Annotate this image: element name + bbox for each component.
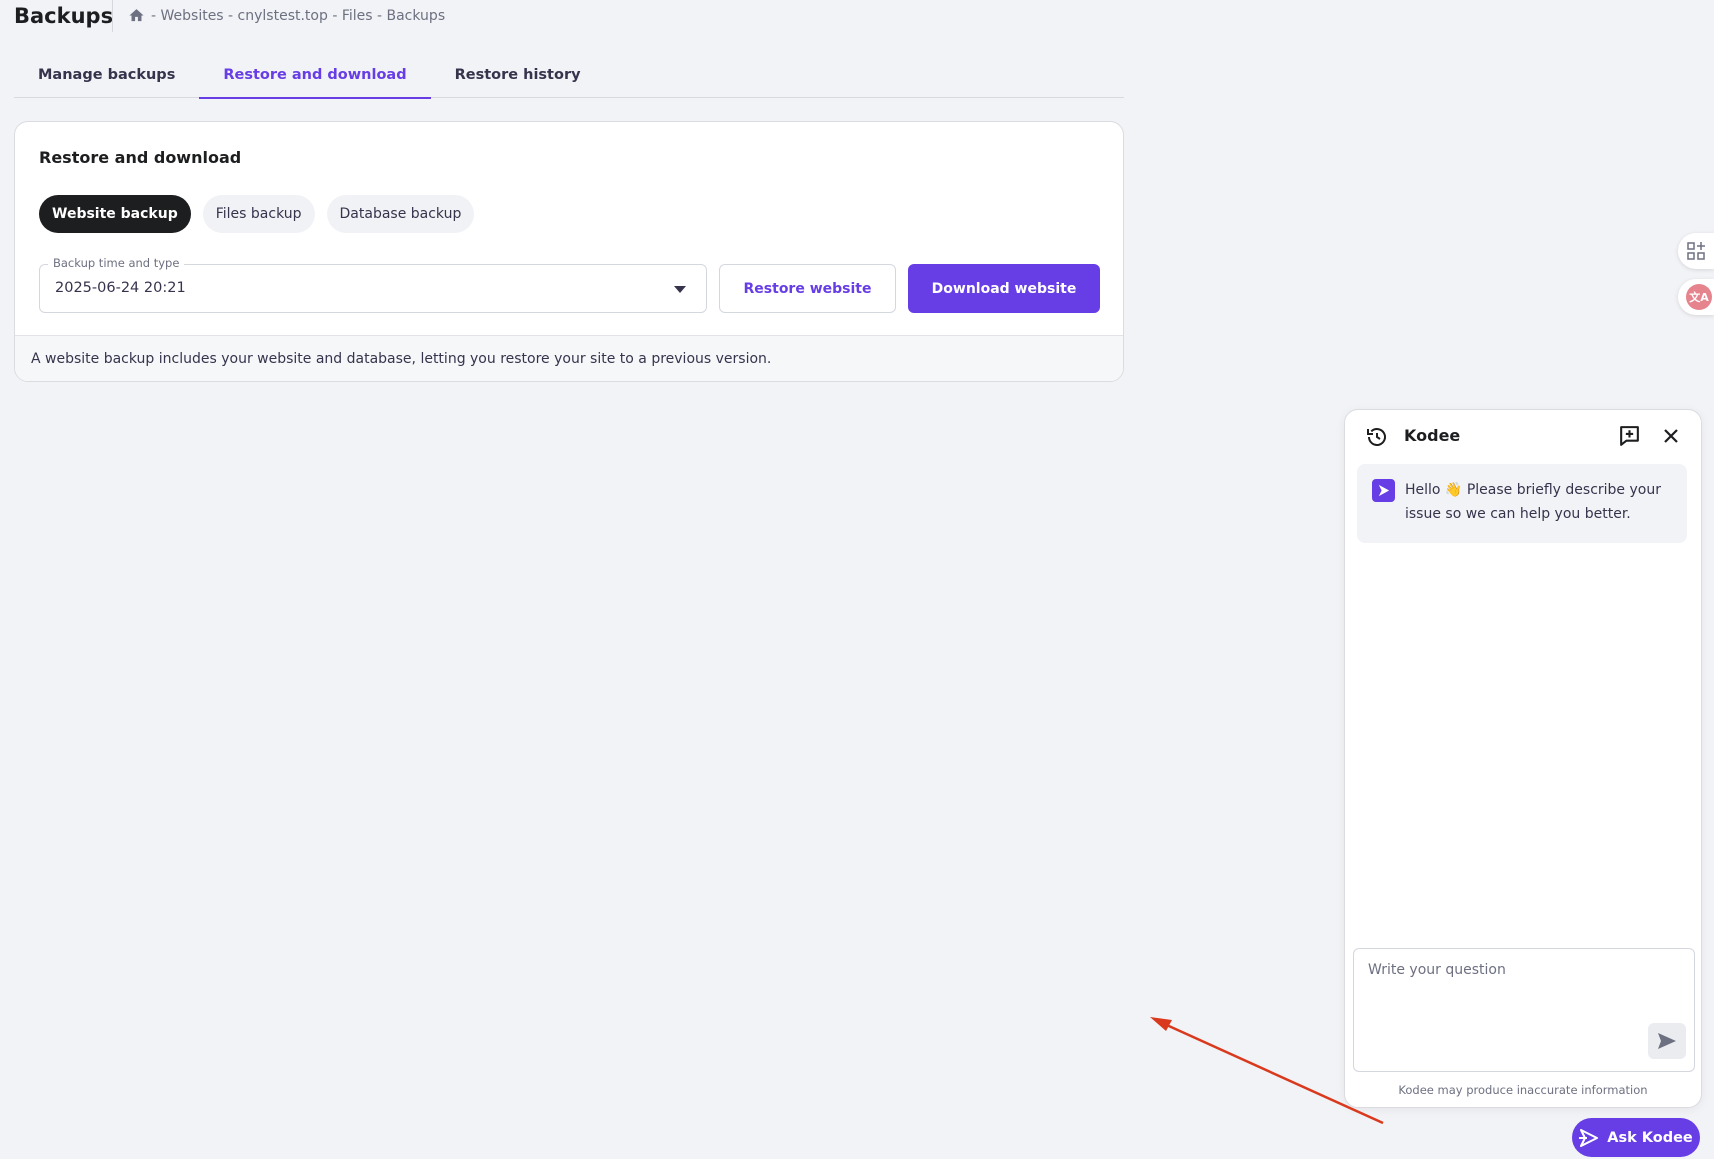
restore-website-button[interactable]: Restore website	[719, 264, 896, 313]
chat-disclaimer: Kodee may produce inaccurate information	[1398, 1083, 1648, 1097]
backup-time-value: 2025-06-24 20:21	[55, 280, 186, 296]
tab-manage-backups[interactable]: Manage backups	[14, 52, 199, 98]
backup-time-select[interactable]: Backup time and type 2025-06-24 20:21	[39, 256, 707, 313]
breadcrumb-path[interactable]: - Websites - cnylstest.top - Files - Bac…	[151, 8, 445, 24]
history-icon[interactable]	[1365, 425, 1389, 449]
tab-bar: Manage backups Restore and download Rest…	[14, 52, 1124, 99]
add-widget-icon	[1687, 242, 1705, 260]
edge-widget-apps[interactable]	[1678, 233, 1714, 269]
close-icon[interactable]	[1661, 426, 1681, 446]
page-title: Backups	[14, 4, 114, 28]
assistant-message-text: Hello 👋 Please briefly describe your iss…	[1405, 482, 1661, 522]
restore-card: Restore and download Website backup File…	[14, 121, 1124, 382]
chevron-down-icon	[674, 286, 686, 293]
send-button[interactable]	[1648, 1023, 1686, 1059]
annotation-arrow-head	[1150, 1017, 1172, 1031]
tab-restore-history[interactable]: Restore history	[431, 52, 605, 98]
backup-time-label: Backup time and type	[48, 256, 185, 270]
new-chat-icon[interactable]	[1617, 424, 1642, 449]
ask-kodee-button[interactable]: Ask Kodee	[1572, 1118, 1700, 1157]
backup-type-chips: Website backup Files backup Database bac…	[39, 195, 475, 233]
kodee-chat-panel: Kodee Hello 👋 Please briefly describe yo…	[1344, 409, 1702, 1108]
translate-icon: 文A	[1686, 284, 1712, 310]
kodee-avatar-icon	[1372, 479, 1395, 502]
title-divider	[112, 0, 113, 32]
chip-files-backup[interactable]: Files backup	[202, 195, 315, 233]
card-title: Restore and download	[39, 148, 242, 167]
breadcrumb: - Websites - cnylstest.top - Files - Bac…	[128, 7, 445, 24]
ask-kodee-label: Ask Kodee	[1607, 1129, 1693, 1146]
home-icon[interactable]	[128, 7, 145, 24]
assistant-message: Hello 👋 Please briefly describe your iss…	[1357, 464, 1687, 543]
download-website-button[interactable]: Download website	[908, 264, 1100, 313]
question-input[interactable]	[1354, 949, 1694, 1071]
chat-header: Kodee	[1345, 410, 1701, 462]
edge-widget-translate[interactable]: 文A	[1678, 279, 1714, 315]
chat-title: Kodee	[1404, 426, 1461, 445]
chat-input-box	[1353, 948, 1695, 1072]
card-footer-note: A website backup includes your website a…	[15, 335, 1123, 381]
chip-database-backup[interactable]: Database backup	[326, 195, 475, 233]
kodee-icon	[1579, 1128, 1599, 1147]
send-icon	[1658, 1033, 1676, 1049]
tab-restore-and-download[interactable]: Restore and download	[199, 52, 431, 99]
chip-website-backup[interactable]: Website backup	[39, 195, 191, 233]
